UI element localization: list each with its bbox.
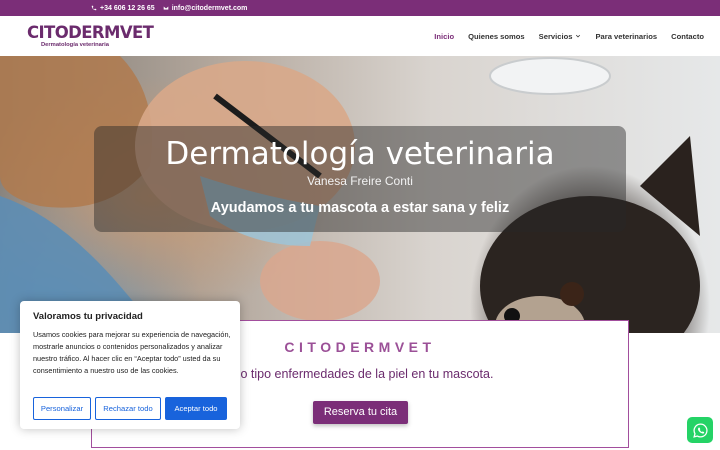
- hero-subtitle: Vanesa Freire Conti: [307, 174, 413, 188]
- cookie-text: Usamos cookies para mejorar su experienc…: [33, 330, 231, 375]
- hero-tagline: Ayudamos a tu mascota a estar sana y fel…: [210, 200, 510, 216]
- hero-banner: Dermatología veterinaria Vanesa Freire C…: [0, 56, 720, 333]
- whatsapp-button[interactable]: [687, 417, 713, 443]
- email-icon: [163, 6, 169, 10]
- nav-item-servicios[interactable]: Servicios: [539, 32, 582, 41]
- site-logo[interactable]: CITODERMVET Dermatología veterinaria: [27, 23, 154, 53]
- whatsapp-icon: [692, 422, 708, 438]
- cookie-title: Valoramos tu privacidad: [33, 311, 143, 322]
- page: +34 606 12 26 65 info@citodermvet.com CI…: [0, 0, 720, 450]
- chevron-down-icon: [576, 34, 581, 38]
- nav-item-para-veterinarios[interactable]: Para veterinarios: [595, 32, 657, 41]
- book-appointment-button[interactable]: Reserva tu cita: [313, 401, 408, 424]
- main-nav: Inicio Quienes somos Servicios Para vete…: [434, 16, 704, 56]
- nav-item-quienes-somos[interactable]: Quienes somos: [468, 32, 525, 41]
- nav-item-inicio[interactable]: Inicio: [434, 32, 454, 41]
- logo-wordmark: CITODERMVET: [27, 23, 154, 42]
- logo-subtitle: Dermatología veterinaria: [41, 42, 109, 48]
- phone-number: +34 606 12 26 65: [100, 4, 155, 12]
- customize-button[interactable]: Personalizar: [33, 397, 91, 420]
- site-header: CITODERMVET Dermatología veterinaria Ini…: [0, 16, 720, 56]
- nav-item-servicios-label: Servicios: [538, 31, 573, 41]
- email-address: info@citodermvet.com: [171, 4, 248, 12]
- reject-all-button[interactable]: Rechazar todo: [95, 397, 161, 420]
- email-link[interactable]: info@citodermvet.com: [163, 4, 248, 12]
- hero-title: Dermatología veterinaria: [165, 136, 555, 172]
- cookie-consent-banner: Valoramos tu privacidad Usamos cookies p…: [20, 301, 240, 429]
- phone-link[interactable]: +34 606 12 26 65: [91, 5, 155, 12]
- accept-all-button[interactable]: Aceptar todo: [165, 397, 227, 420]
- top-contact-bar: +34 606 12 26 65 info@citodermvet.com: [0, 0, 720, 16]
- phone-icon: [91, 5, 97, 11]
- nav-item-contacto[interactable]: Contacto: [671, 32, 704, 41]
